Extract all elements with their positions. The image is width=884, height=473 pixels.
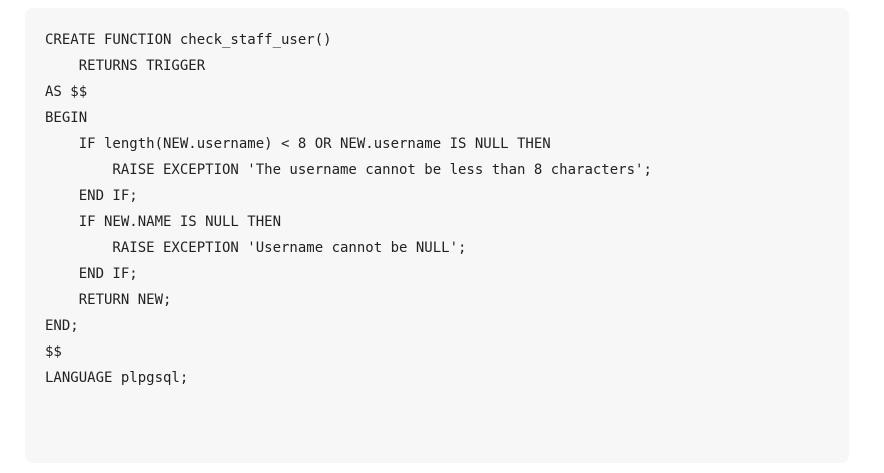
code-line: END;	[45, 318, 79, 334]
code-line: RETURNS TRIGGER	[45, 58, 206, 74]
code-line: IF length(NEW.username) < 8 OR NEW.usern…	[45, 136, 551, 152]
code-line: LANGUAGE plpgsql;	[45, 370, 189, 386]
code-line: END IF;	[45, 188, 138, 204]
code-line: RETURN NEW;	[45, 292, 172, 308]
code-line: END IF;	[45, 266, 138, 282]
code-line: RAISE EXCEPTION 'The username cannot be …	[45, 162, 652, 178]
code-line: RAISE EXCEPTION 'Username cannot be NULL…	[45, 240, 467, 256]
code-line: AS $$	[45, 84, 88, 100]
code-line: IF NEW.NAME IS NULL THEN	[45, 214, 282, 230]
code-block: CREATE FUNCTION check_staff_user() RETUR…	[25, 8, 849, 463]
code-line: BEGIN	[45, 110, 88, 126]
code-line: CREATE FUNCTION check_staff_user()	[45, 32, 332, 48]
code-line: $$	[45, 344, 62, 360]
